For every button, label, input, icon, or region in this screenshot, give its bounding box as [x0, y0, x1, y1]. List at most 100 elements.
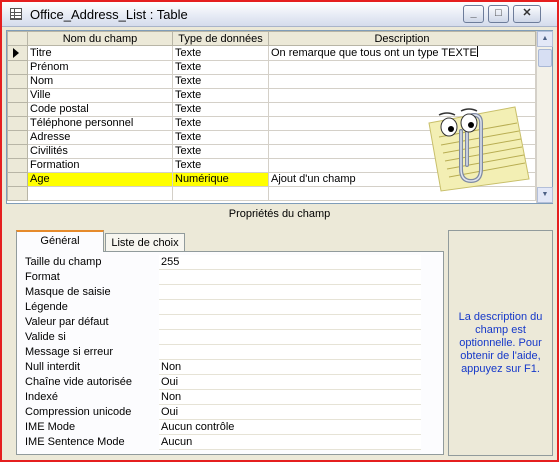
- field-name-cell[interactable]: [27, 186, 173, 201]
- scroll-thumb[interactable]: [538, 49, 552, 67]
- field-name-cell[interactable]: Civilités: [27, 144, 173, 159]
- property-value-field[interactable]: [159, 330, 421, 345]
- row-selector[interactable]: [7, 130, 28, 145]
- tab-lookup[interactable]: Liste de choix: [105, 233, 185, 253]
- property-row: Compression unicode Oui: [21, 405, 421, 420]
- field-name-cell[interactable]: Nom: [27, 74, 173, 89]
- property-row: Format: [21, 270, 421, 285]
- maximize-button[interactable]: □: [488, 5, 509, 23]
- property-label: Chaîne vide autorisée: [25, 376, 133, 388]
- property-label: IME Mode: [25, 421, 76, 433]
- data-type-cell[interactable]: Texte: [172, 102, 269, 117]
- close-icon: ✕: [522, 7, 532, 19]
- field-name-cell-text: Adresse: [30, 131, 71, 144]
- property-label: Compression unicode: [25, 406, 132, 418]
- property-value-field[interactable]: [159, 270, 421, 285]
- data-type-cell-text: Texte: [175, 103, 202, 116]
- row-selector[interactable]: [7, 102, 28, 117]
- help-box: La description du champ est optionnelle.…: [448, 230, 553, 456]
- description-cell[interactable]: On remarque que tous ont un type TEXTE: [268, 45, 536, 61]
- property-label: Taille du champ: [25, 256, 102, 268]
- field-name-cell[interactable]: Titre: [27, 45, 173, 61]
- property-row: Message si erreur: [21, 345, 421, 360]
- scroll-down-button[interactable]: ▼: [537, 187, 553, 203]
- property-label: IME Sentence Mode: [25, 436, 125, 448]
- minimize-button[interactable]: _: [463, 5, 484, 23]
- data-type-cell[interactable]: Texte: [172, 116, 269, 131]
- property-row: Légende: [21, 300, 421, 315]
- property-value-field[interactable]: 255: [159, 255, 421, 270]
- data-type-cell[interactable]: Texte: [172, 144, 269, 159]
- field-name-cell-text: Prénom: [30, 61, 69, 74]
- field-name-cell-text: Téléphone personnel: [30, 117, 134, 130]
- property-label: Masque de saisie: [25, 286, 111, 298]
- property-value-field[interactable]: [159, 285, 421, 300]
- property-value-field[interactable]: Non: [159, 390, 421, 405]
- table-icon[interactable]: [10, 8, 22, 20]
- property-value-field[interactable]: [159, 315, 421, 330]
- field-name-cell-text: Nom: [30, 75, 54, 88]
- property-label: Valide si: [25, 331, 66, 343]
- scroll-up-icon: ▲: [541, 35, 549, 42]
- column-header-description[interactable]: Description: [268, 31, 536, 46]
- close-button[interactable]: ✕: [513, 5, 541, 23]
- table-row[interactable]: Nom Texte: [7, 74, 536, 89]
- field-name-cell[interactable]: Age: [27, 172, 173, 187]
- field-name-cell[interactable]: Ville: [27, 88, 173, 103]
- column-header-data-type[interactable]: Type de données: [172, 31, 269, 46]
- field-name-cell[interactable]: Prénom: [27, 60, 173, 75]
- description-cell-text: Ajout d'un champ: [271, 173, 356, 186]
- data-type-cell[interactable]: Texte: [172, 130, 269, 145]
- description-cell[interactable]: [268, 60, 536, 75]
- property-value-field[interactable]: Non: [159, 360, 421, 375]
- data-type-cell-text: Texte: [175, 75, 202, 88]
- data-type-cell[interactable]: Texte: [172, 88, 269, 103]
- field-name-cell[interactable]: Téléphone personnel: [27, 116, 173, 131]
- property-value-field[interactable]: [159, 300, 421, 315]
- property-value-field[interactable]: [159, 345, 421, 360]
- data-type-cell[interactable]: [172, 186, 269, 201]
- scroll-up-button[interactable]: ▲: [537, 31, 553, 47]
- maximize-icon: □: [495, 7, 502, 19]
- tab-general[interactable]: Général: [16, 230, 104, 252]
- row-selector[interactable]: [7, 88, 28, 103]
- property-value-field[interactable]: Aucun contrôle: [159, 420, 421, 435]
- data-type-cell[interactable]: Numérique: [172, 172, 269, 187]
- description-cell[interactable]: [268, 74, 536, 89]
- data-type-cell[interactable]: Texte: [172, 60, 269, 75]
- data-type-cell[interactable]: Texte: [172, 74, 269, 89]
- data-type-cell[interactable]: Texte: [172, 45, 269, 61]
- property-row: Taille du champ 255: [21, 255, 421, 270]
- property-value-field[interactable]: Oui: [159, 405, 421, 420]
- field-name-cell-text: Age: [30, 173, 50, 186]
- row-selector[interactable]: [7, 158, 28, 173]
- row-selector[interactable]: [7, 172, 28, 187]
- row-selector[interactable]: [7, 74, 28, 89]
- row-selector[interactable]: [7, 144, 28, 159]
- row-selector[interactable]: [7, 116, 28, 131]
- row-selector[interactable]: [7, 60, 28, 75]
- property-value-field[interactable]: Aucun: [159, 435, 421, 450]
- column-header-field-name[interactable]: Nom du champ: [27, 31, 173, 46]
- row-selector[interactable]: [7, 186, 28, 201]
- property-label: Message si erreur: [25, 346, 114, 358]
- window-title: Office_Address_List : Table: [30, 7, 188, 22]
- field-name-cell[interactable]: Code postal: [27, 102, 173, 117]
- field-name-cell[interactable]: Formation: [27, 158, 173, 173]
- data-type-cell-text: Texte: [175, 117, 202, 130]
- data-type-cell-text: Texte: [175, 159, 202, 172]
- row-selector[interactable]: [7, 45, 28, 61]
- field-name-cell-text: Ville: [30, 89, 51, 102]
- table-row[interactable]: Titre Texte On remarque que tous ont un ty…: [7, 45, 536, 61]
- data-type-cell-text: Texte: [175, 131, 202, 144]
- field-properties-panel: Général Liste de choix Taille du champ 25…: [6, 223, 444, 456]
- property-value-field[interactable]: Oui: [159, 375, 421, 390]
- field-name-cell[interactable]: Adresse: [27, 130, 173, 145]
- description-cell-text: On remarque que tous ont un type TEXTE: [271, 47, 477, 59]
- title-bar[interactable]: Office_Address_List : Table _ □ ✕: [2, 2, 557, 27]
- table-row[interactable]: Prénom Texte: [7, 60, 536, 75]
- data-type-cell[interactable]: Texte: [172, 158, 269, 173]
- clippy-assistant-icon[interactable]: [417, 93, 537, 193]
- grid-vertical-scrollbar[interactable]: ▲ ▼: [536, 31, 553, 203]
- field-name-cell-text: Code postal: [30, 103, 89, 116]
